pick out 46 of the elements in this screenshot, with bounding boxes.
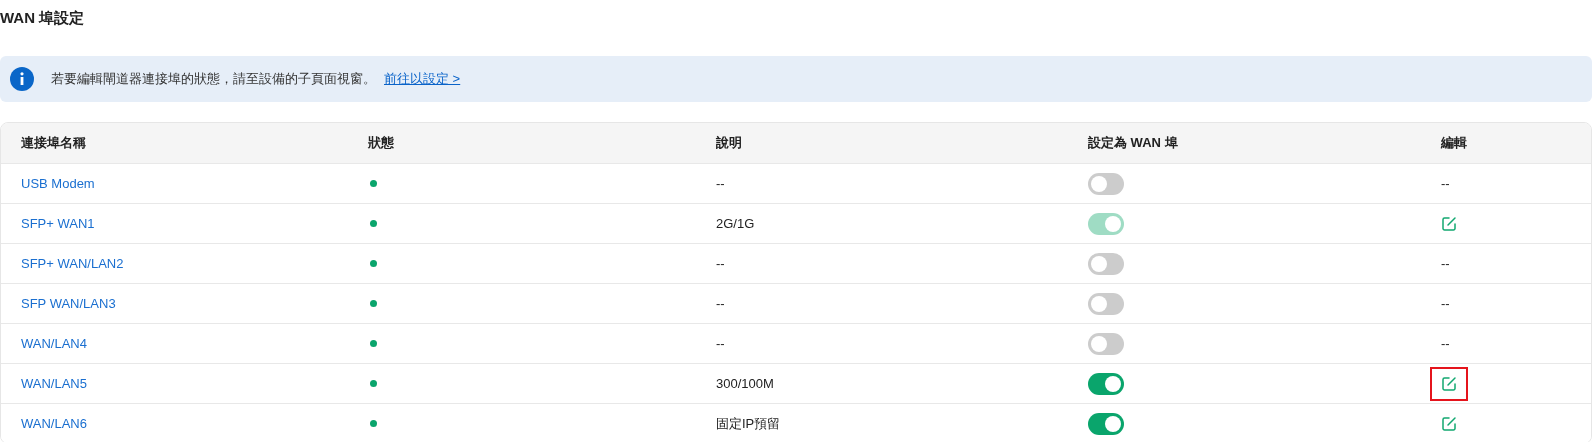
status-dot	[370, 220, 377, 227]
description-cell: --	[716, 176, 725, 191]
column-header: 設定為 WAN 埠	[1088, 134, 1179, 152]
port-name-link[interactable]: SFP+ WAN/LAN2	[21, 256, 124, 271]
edit-icon	[1441, 415, 1457, 432]
edit-cell: --	[1441, 336, 1450, 351]
status-dot	[370, 180, 377, 187]
wan-toggle[interactable]	[1088, 172, 1124, 195]
description-cell: 300/100M	[716, 376, 774, 391]
edit-button[interactable]	[1441, 375, 1457, 392]
settings-link[interactable]: 前往以設定 >	[384, 70, 461, 88]
description-cell: --	[716, 296, 725, 311]
description-cell: --	[716, 256, 725, 271]
column-header: 連接埠名稱	[21, 134, 87, 152]
page-title: WAN 埠設定	[0, 8, 86, 28]
status-dot	[370, 260, 377, 267]
edit-icon	[1441, 215, 1457, 232]
port-name-link[interactable]: SFP+ WAN1	[21, 216, 95, 231]
edit-icon	[1441, 375, 1457, 392]
column-header: 說明	[716, 134, 743, 152]
wan-toggle[interactable]	[1088, 252, 1124, 275]
wan-toggle[interactable]	[1088, 412, 1124, 435]
column-header: 編輯	[1441, 134, 1468, 152]
notice-text: 若要編輯閘道器連接埠的狀態，請至設備的子頁面視窗。	[51, 70, 376, 88]
edit-button[interactable]	[1441, 415, 1457, 432]
port-name-link[interactable]: WAN/LAN6	[21, 416, 87, 431]
edit-button[interactable]	[1441, 215, 1457, 232]
description-cell: 固定IP預留	[716, 414, 781, 433]
edit-cell: --	[1441, 176, 1450, 191]
port-name-link[interactable]: WAN/LAN5	[21, 376, 87, 391]
status-dot	[370, 380, 377, 387]
status-dot	[370, 340, 377, 347]
wan-toggle[interactable]	[1088, 332, 1124, 355]
port-name-link[interactable]: USB Modem	[21, 176, 95, 191]
wan-toggle[interactable]	[1088, 372, 1124, 395]
status-dot	[370, 420, 377, 427]
port-name-link[interactable]: WAN/LAN4	[21, 336, 87, 351]
column-header: 狀態	[368, 134, 395, 152]
description-cell: 2G/1G	[716, 216, 755, 231]
status-dot	[370, 300, 377, 307]
edit-cell: --	[1441, 296, 1450, 311]
wan-toggle[interactable]	[1088, 292, 1124, 315]
info-icon	[10, 67, 34, 91]
port-name-link[interactable]: SFP WAN/LAN3	[21, 296, 116, 311]
description-cell: --	[716, 336, 725, 351]
edit-cell: --	[1441, 256, 1450, 271]
